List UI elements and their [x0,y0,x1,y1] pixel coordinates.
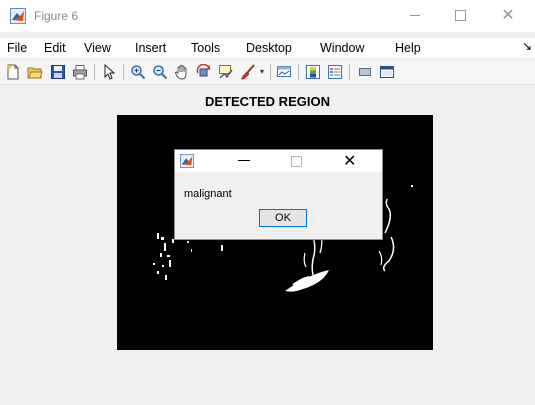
dialog-minimize-button[interactable] [238,160,250,161]
dialog-maximize-button[interactable] [291,156,302,167]
pointer-arrow-icon[interactable] [101,64,117,80]
zoom-out-icon[interactable] [152,64,168,80]
show-plot-tools-icon[interactable] [379,64,395,80]
pan-hand-icon[interactable] [174,64,190,80]
hide-plot-tools-icon[interactable] [357,64,373,80]
menu-overflow-icon[interactable]: ↘ [522,39,532,53]
figure-toolbar: ▾ [0,60,535,85]
brush-dropdown-icon[interactable]: ▾ [258,64,266,80]
menu-file[interactable]: File [7,41,27,55]
window-titlebar: Figure 6 ✕ [0,0,535,32]
window-title: Figure 6 [34,9,79,23]
minimize-icon [410,15,420,17]
close-icon: ✕ [501,7,515,24]
menu-insert[interactable]: Insert [135,41,166,55]
menu-desktop[interactable]: Desktop [246,41,292,55]
maximize-button[interactable] [440,4,480,28]
menu-bar: File Edit View Insert Tools Desktop Wind… [0,38,535,58]
menu-edit[interactable]: Edit [44,41,66,55]
ok-button[interactable]: OK [259,209,307,227]
legend-icon[interactable] [327,64,343,80]
menu-window[interactable]: Window [320,41,364,55]
brush-icon[interactable] [240,64,256,80]
data-cursor-icon[interactable] [218,64,234,80]
rotate-3d-icon[interactable] [196,64,212,80]
toolbar-separator [94,64,95,80]
matlab-logo-icon [10,8,26,24]
open-file-icon[interactable] [27,64,43,80]
link-plot-icon[interactable] [276,64,292,80]
toolbar-separator [349,64,350,80]
menu-tools[interactable]: Tools [191,41,220,55]
colorbar-icon[interactable] [305,64,321,80]
minimize-button[interactable] [395,4,435,28]
toolbar-separator [270,64,271,80]
maximize-icon [454,10,466,22]
close-icon: ✕ [343,153,357,170]
zoom-in-icon[interactable] [130,64,146,80]
close-button[interactable]: ✕ [488,4,528,28]
toolbar-separator [123,64,124,80]
figure-title: DETECTED REGION [205,94,330,109]
save-icon[interactable] [50,64,66,80]
print-icon[interactable] [72,64,88,80]
dialog-titlebar: ✕ [175,150,382,172]
menu-view[interactable]: View [84,41,111,55]
new-figure-icon[interactable] [5,64,21,80]
message-dialog: ✕ malignant OK [174,149,383,240]
matlab-logo-icon [180,154,194,168]
menu-help[interactable]: Help [395,41,421,55]
toolbar-separator [298,64,299,80]
dialog-message: malignant [184,188,232,200]
dialog-close-button[interactable]: ✕ [343,151,356,171]
